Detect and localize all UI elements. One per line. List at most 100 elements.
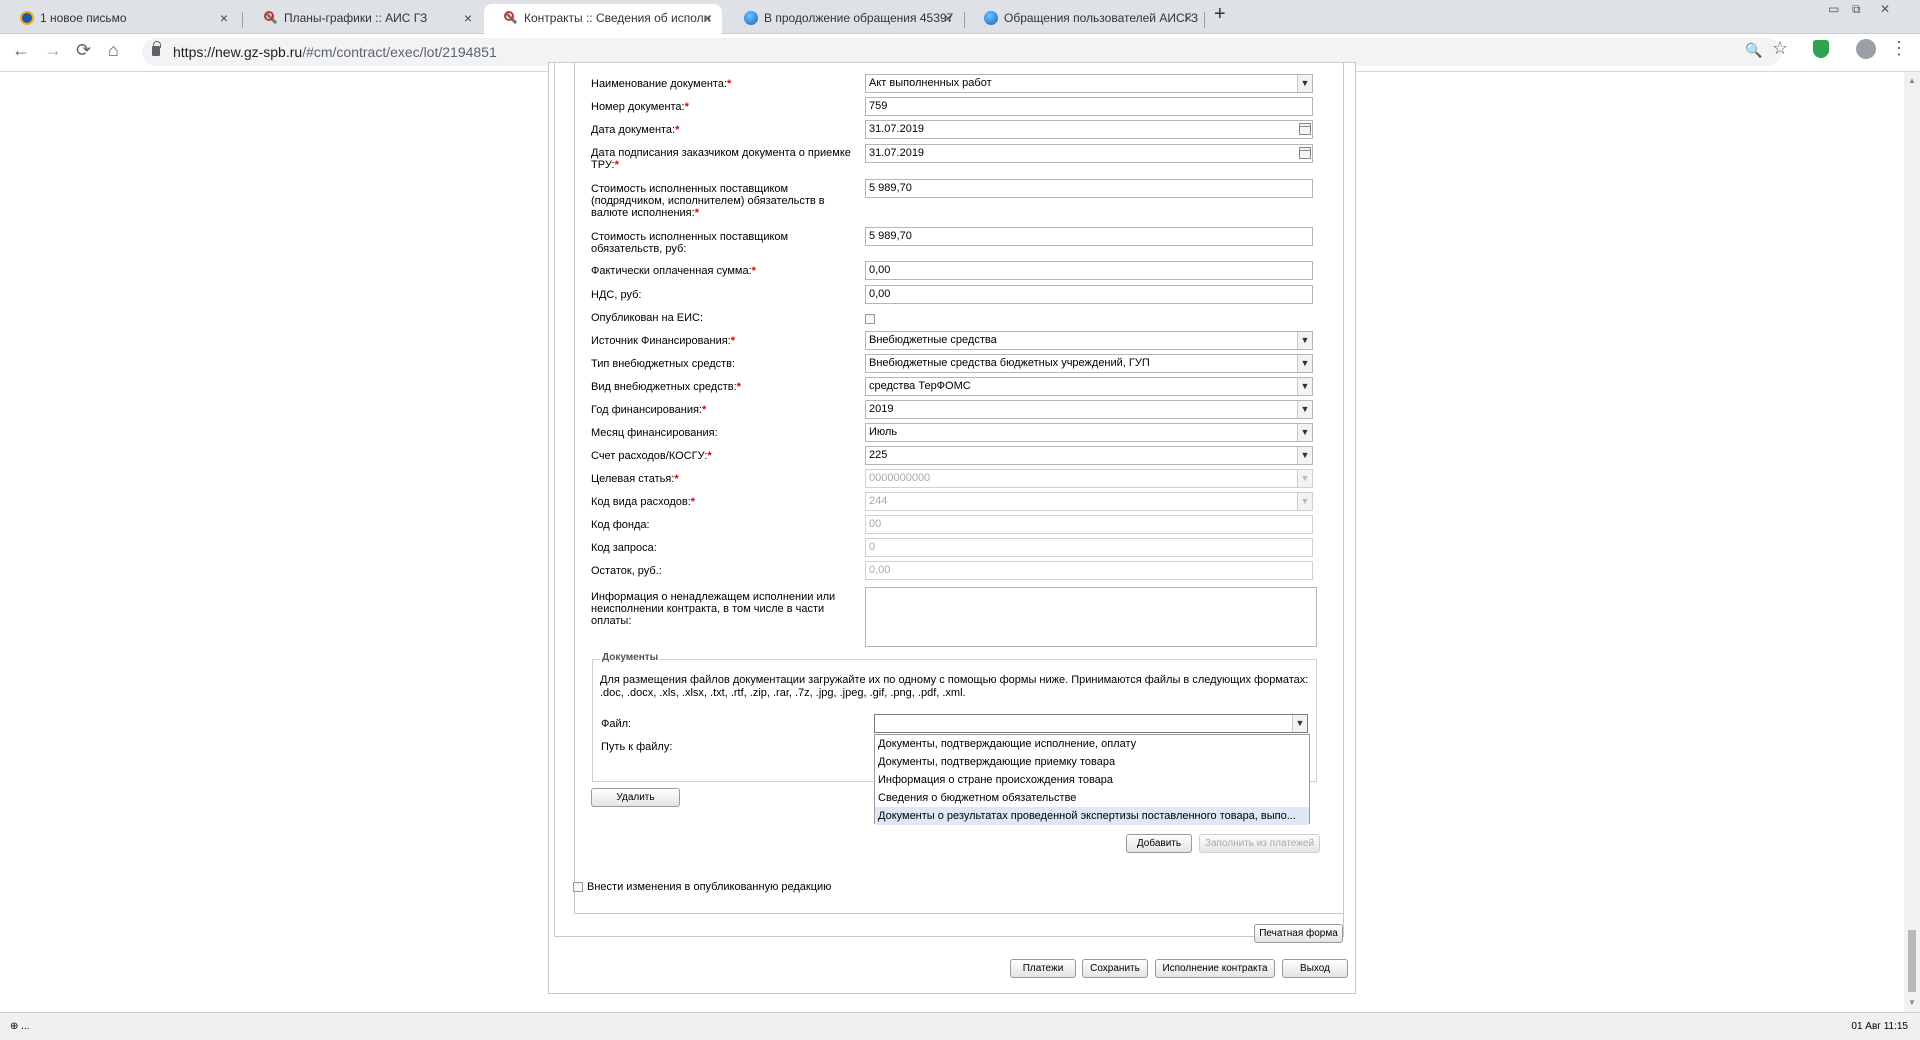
tab-mail[interactable]: 1 новое письмо × (0, 4, 238, 34)
tab-divider (242, 12, 243, 28)
paid-amount-input[interactable]: 0,00 (865, 261, 1313, 280)
request-code-input: 0 (865, 538, 1313, 557)
chevron-down-icon[interactable]: ▼ (1297, 401, 1312, 418)
expense-account-select[interactable]: 225 ▼ (865, 446, 1313, 465)
tab-title: Контракты :: Сведения об исполн (524, 11, 711, 25)
fill-from-payments-button[interactable]: Заполнить из платежей (1199, 834, 1320, 853)
exit-button[interactable]: Выход (1282, 959, 1348, 978)
forward-icon[interactable]: → (44, 40, 62, 61)
close-icon[interactable]: × (944, 4, 952, 32)
fund-code-input: 00 (865, 515, 1313, 534)
tab-title: Планы-графики :: АИС ГЗ (284, 11, 428, 25)
tab-contracts[interactable]: Контракты :: Сведения об исполн × (484, 4, 722, 34)
tab-user-appeals[interactable]: Обращения пользователей АИСГЗ × (964, 4, 1202, 34)
reload-icon[interactable]: ⟳ (76, 40, 91, 61)
browser-tab-strip: 1 новое письмо × Планы-графики :: АИС ГЗ… (0, 0, 1920, 34)
published-checkbox[interactable] (865, 314, 875, 324)
dropdown-option[interactable]: Документы, подтверждающие исполнение, оп… (875, 735, 1309, 753)
mail-icon (20, 11, 34, 25)
tab-title: Обращения пользователей АИСГЗ (1004, 11, 1199, 25)
tab-appeal[interactable]: В продолжение обращения 45397 × (724, 4, 962, 34)
scroll-thumb[interactable] (1908, 930, 1916, 992)
shield-extension-icon[interactable] (1813, 40, 1829, 58)
improper-execution-textarea[interactable] (865, 587, 1317, 647)
cost-rub-input[interactable]: 5 989,70 (865, 227, 1313, 246)
tab-divider (1204, 12, 1205, 28)
scroll-up-icon[interactable]: ▲ (1908, 76, 1916, 85)
vat-input[interactable]: 0,00 (865, 285, 1313, 304)
window-close-icon[interactable]: ✕ (1880, 2, 1890, 16)
calendar-icon[interactable] (1299, 123, 1311, 135)
zoom-icon[interactable]: 🔍 (1745, 42, 1762, 59)
field-label-target-item: Целевая статья:* (591, 473, 679, 485)
add-button[interactable]: Добавить (1126, 834, 1192, 853)
dropdown-option[interactable]: Документы, подтверждающие приемку товара (875, 753, 1309, 771)
close-icon[interactable]: × (220, 4, 228, 32)
tab-plans[interactable]: Планы-графики :: АИС ГЗ × (244, 4, 482, 34)
chevron-down-icon[interactable]: ▼ (1297, 75, 1312, 92)
new-tab-button[interactable]: + (1214, 3, 1226, 26)
page-content: Наименование документа:* Акт выполненных… (0, 62, 1904, 1012)
close-icon[interactable]: × (1184, 4, 1192, 32)
minimize-icon[interactable]: ▭ (1828, 2, 1839, 16)
dropdown-option[interactable]: Информация о стране происхождения товара (875, 771, 1309, 789)
chevron-down-icon[interactable]: ▼ (1292, 715, 1307, 732)
funding-month-select[interactable]: Июль ▼ (865, 423, 1313, 442)
doc-name-select[interactable]: Акт выполненных работ ▼ (865, 74, 1313, 93)
browser-menu-icon[interactable]: ⋮ (1890, 38, 1908, 59)
field-label-offbudget-kind: Вид внебюджетных средств:* (591, 381, 741, 393)
status-text: ⊕ ... (10, 1021, 30, 1032)
chevron-down-icon: ▼ (1297, 493, 1312, 510)
close-icon[interactable]: × (464, 4, 472, 32)
field-label-request-code: Код запроса: (591, 542, 657, 554)
field-label-funding-year: Год финансирования:* (591, 404, 707, 416)
chevron-down-icon[interactable]: ▼ (1297, 378, 1312, 395)
bookmark-star-icon[interactable]: ☆ (1772, 38, 1788, 59)
dropdown-option[interactable]: Документы о результатах проведенной эксп… (875, 807, 1309, 825)
publish-changes-label: Внести изменения в опубликованную редакц… (587, 881, 832, 893)
file-type-select[interactable]: ▼ (874, 714, 1308, 733)
back-icon[interactable]: ← (12, 40, 30, 61)
field-label-remainder: Остаток, руб.: (591, 565, 662, 577)
print-form-button[interactable]: Печатная форма (1254, 924, 1343, 943)
file-path-label: Путь к файлу: (601, 741, 673, 753)
field-label-doc-name: Наименование документа:* (591, 78, 732, 90)
contract-execution-button[interactable]: Исполнение контракта (1155, 959, 1275, 978)
restore-icon[interactable]: ⧉ (1852, 2, 1861, 17)
dropdown-option[interactable]: Сведения о бюджетном обязательстве (875, 789, 1309, 807)
field-label-paid-amount: Фактически оплаченная сумма:* (591, 265, 756, 277)
field-label-doc-date: Дата документа:* (591, 124, 680, 136)
target-item-select: 0000000000 ▼ (865, 469, 1313, 488)
chevron-down-icon: ▼ (1297, 470, 1312, 487)
scroll-down-icon[interactable]: ▼ (1908, 998, 1916, 1007)
documents-description: Для размещения файлов документации загру… (600, 674, 1309, 699)
chevron-down-icon[interactable]: ▼ (1297, 355, 1312, 372)
doc-number-input[interactable]: 759 (865, 97, 1313, 116)
funding-source-select[interactable]: Внебюджетные средства ▼ (865, 331, 1313, 350)
chevron-down-icon[interactable]: ▼ (1297, 424, 1312, 441)
tab-title: 1 новое письмо (40, 11, 127, 25)
delete-button[interactable]: Удалить (591, 788, 680, 807)
close-icon[interactable]: × (704, 4, 712, 32)
save-button[interactable]: Сохранить (1082, 959, 1148, 978)
page-scrollbar[interactable]: ▲ ▼ (1904, 72, 1920, 1012)
offbudget-type-select[interactable]: Внебюджетные средства бюджетных учрежден… (865, 354, 1313, 373)
funding-year-select[interactable]: 2019 ▼ (865, 400, 1313, 419)
calendar-icon[interactable] (1299, 147, 1311, 159)
payments-button[interactable]: Платежи (1010, 959, 1076, 978)
cost-currency-input[interactable]: 5 989,70 (865, 179, 1313, 198)
field-label-offbudget-type: Тип внебюджетных средств: (591, 358, 736, 370)
doc-date-input[interactable]: 31.07.2019 (865, 120, 1313, 139)
chevron-down-icon[interactable]: ▼ (1297, 332, 1312, 349)
profile-avatar-icon[interactable] (1856, 39, 1876, 59)
file-label: Файл: (601, 718, 632, 730)
globe-icon (744, 11, 758, 25)
offbudget-kind-select[interactable]: средства ТерФОМС ▼ (865, 377, 1313, 396)
globe-icon (984, 11, 998, 25)
sign-date-input[interactable]: 31.07.2019 (865, 144, 1313, 163)
chevron-down-icon[interactable]: ▼ (1297, 447, 1312, 464)
field-label-expense-account: Счет расходов/КОСГУ:* (591, 450, 712, 462)
publish-changes-checkbox[interactable] (573, 882, 583, 892)
field-label-doc-number: Номер документа:* (591, 101, 689, 113)
home-icon[interactable]: ⌂ (108, 40, 119, 61)
